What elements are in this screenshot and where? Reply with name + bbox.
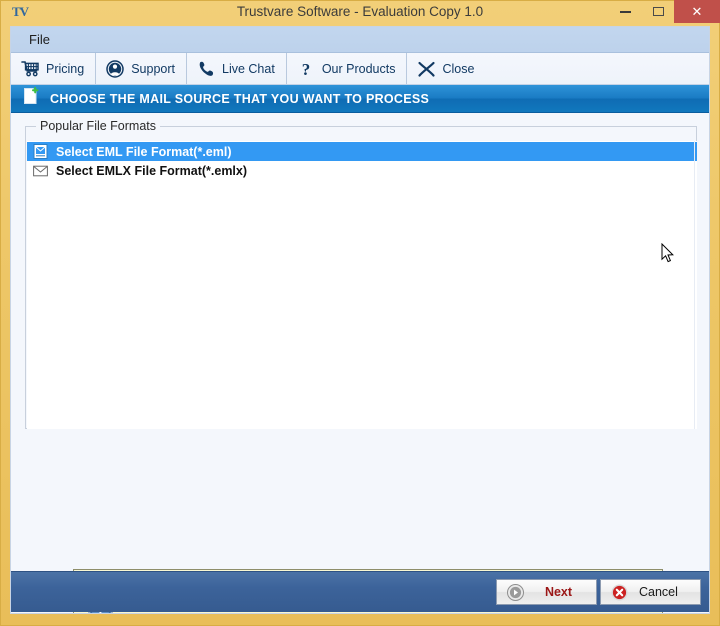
client-area: File Pricing Support Live Chat ? Our Pro… bbox=[10, 26, 710, 614]
close-window-button[interactable]: ✕ bbox=[674, 0, 720, 23]
toolbar-label-live-chat: Live Chat bbox=[222, 61, 275, 76]
toolbar-button-live-chat[interactable]: Live Chat bbox=[187, 53, 287, 84]
list-item-label-eml: Select EML File Format(*.eml) bbox=[56, 144, 232, 159]
group-legend: Popular File Formats bbox=[36, 119, 161, 133]
window-controls: ✕ bbox=[609, 0, 720, 23]
eml-document-icon bbox=[32, 144, 48, 160]
menu-item-file[interactable]: File bbox=[23, 30, 56, 49]
support-person-icon bbox=[105, 59, 125, 79]
listbox-scroll-gutter[interactable] bbox=[694, 141, 695, 429]
menu-bar: File bbox=[11, 27, 709, 53]
toolbar-label-close: Close bbox=[442, 61, 475, 76]
application-window: TV Trustvare Software - Evaluation Copy … bbox=[0, 0, 720, 626]
toolbar-button-support[interactable]: Support bbox=[96, 53, 187, 84]
shopping-cart-icon bbox=[20, 59, 40, 79]
telephone-icon bbox=[196, 59, 216, 79]
new-document-icon bbox=[23, 87, 40, 110]
toolbar-label-pricing: Pricing bbox=[46, 61, 85, 76]
toolbar-button-pricing[interactable]: Pricing bbox=[11, 53, 97, 84]
next-button[interactable]: Next bbox=[496, 579, 597, 605]
question-mark-icon: ? bbox=[296, 59, 316, 79]
minimize-button[interactable] bbox=[609, 0, 642, 23]
list-item-emlx[interactable]: Select EMLX File Format(*.emlx) bbox=[27, 161, 697, 180]
toolbar: Pricing Support Live Chat ? Our Products… bbox=[11, 53, 709, 85]
popular-file-formats-group: Popular File Formats Select EML File For… bbox=[25, 119, 697, 429]
toolbar-label-our-products: Our Products bbox=[321, 61, 396, 76]
cancel-button[interactable]: Cancel bbox=[600, 579, 701, 605]
toolbar-button-close[interactable]: Close bbox=[407, 53, 485, 84]
body-pane: Popular File Formats Select EML File For… bbox=[11, 113, 709, 613]
section-banner: CHOOSE THE MAIL SOURCE THAT YOU WANT TO … bbox=[11, 85, 709, 113]
next-button-label: Next bbox=[544, 585, 573, 599]
envelope-icon bbox=[32, 163, 48, 179]
cancel-circle-icon bbox=[611, 584, 628, 601]
maximize-icon bbox=[652, 7, 664, 16]
dialog-footer: Next Cancel bbox=[11, 571, 709, 612]
arrow-right-circle-icon bbox=[507, 583, 524, 601]
close-icon: ✕ bbox=[691, 3, 703, 19]
x-cross-icon bbox=[416, 59, 436, 79]
banner-title: CHOOSE THE MAIL SOURCE THAT YOU WANT TO … bbox=[50, 91, 430, 106]
minimize-icon bbox=[620, 10, 631, 13]
app-logo-icon: TV bbox=[11, 4, 29, 19]
cancel-button-label: Cancel bbox=[639, 585, 678, 599]
toolbar-button-our-products[interactable]: ? Our Products bbox=[287, 53, 408, 84]
list-item-eml[interactable]: Select EML File Format(*.eml) bbox=[27, 142, 697, 161]
maximize-button[interactable] bbox=[642, 0, 674, 23]
svg-text:?: ? bbox=[302, 60, 311, 78]
toolbar-label-support: Support bbox=[131, 61, 175, 76]
file-format-listbox[interactable]: Select EML File Format(*.eml) Select EML… bbox=[27, 141, 697, 429]
title-bar[interactable]: TV Trustvare Software - Evaluation Copy … bbox=[0, 0, 720, 24]
list-item-label-emlx: Select EMLX File Format(*.emlx) bbox=[56, 163, 248, 178]
